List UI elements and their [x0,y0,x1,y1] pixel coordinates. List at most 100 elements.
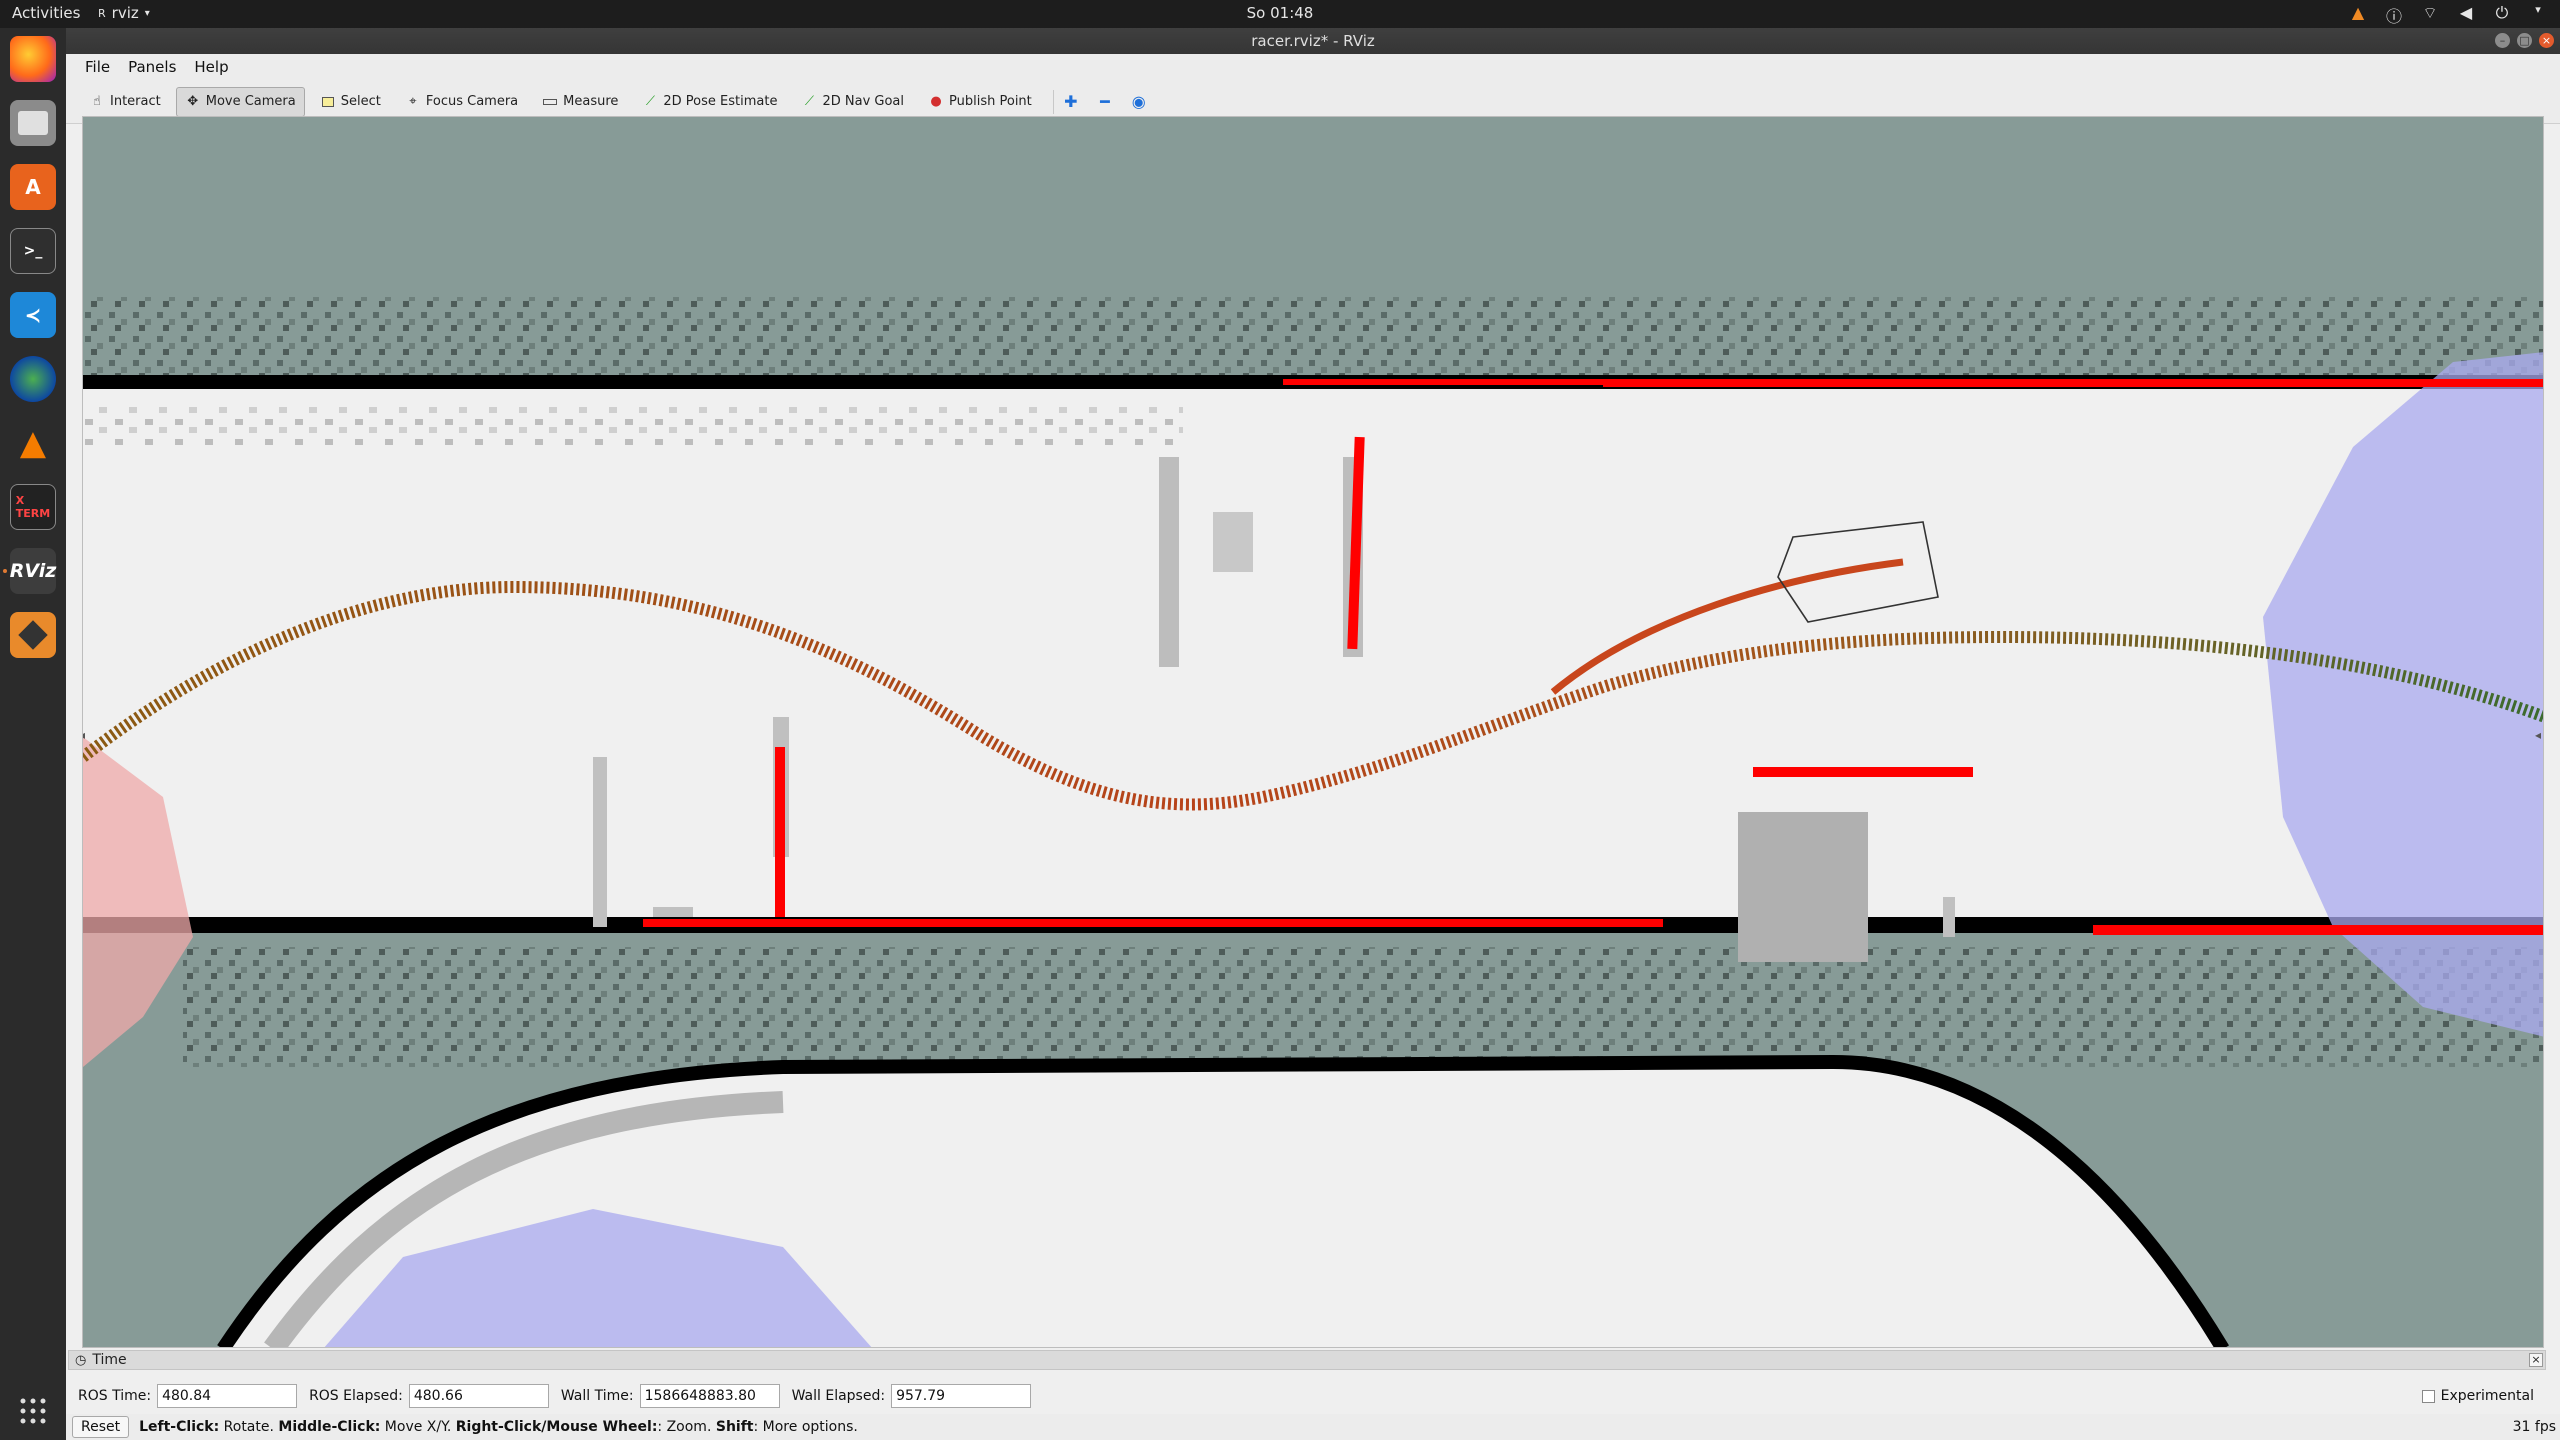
focus-camera-label: Focus Camera [425,94,519,109]
rviz-window: racer.rviz* - RViz – □ × File Panels Hel… [66,28,2560,1440]
render-viewport[interactable]: ◂ ◂ [82,116,2544,1348]
rviz-icon[interactable]: RViz [10,548,56,594]
nav-goal-tool[interactable]: ⟋ 2D Nav Goal [792,87,913,117]
status-bar: Reset Left-Click: Rotate. Middle-Click: … [66,1414,2560,1440]
pose-estimate-tool[interactable]: ⟋ 2D Pose Estimate [633,87,786,117]
hint-middle-key: Middle-Click: [278,1419,381,1435]
chevron-down-icon: ▾ [144,7,150,19]
free-space-corridor [83,382,2543,917]
fps-counter: 31 fps [2512,1419,2556,1435]
add-tool-icon[interactable]: ✚ [1060,89,1082,115]
vlc-icon[interactable]: ▲ [10,420,56,466]
layers-icon[interactable] [10,612,56,658]
close-button[interactable]: × [2539,33,2554,48]
info-tray-icon[interactable]: ⓘ [2386,3,2402,27]
hint-right-text: : Zoom. [657,1419,716,1435]
hand-icon: ☝ [93,94,101,109]
vlc-tray-icon[interactable]: ▲ [2350,3,2366,27]
ros-time-field[interactable]: 480.84 [157,1384,298,1408]
remove-tool-icon[interactable]: ━ [1094,89,1116,115]
pose-estimate-label: 2D Pose Estimate [663,94,778,109]
experimental-checkbox[interactable] [2421,1389,2435,1403]
clock-icon: ◷ [75,1352,87,1368]
menu-help[interactable]: Help [185,58,237,76]
map-pin-icon: ● [930,94,942,109]
app-menu[interactable]: R rviz ▾ [98,4,150,22]
map-render: ◂ ◂ [83,117,2543,1347]
app-menu-label: rviz [111,4,139,22]
mouse-hint: Left-Click: Rotate. Middle-Click: Move X… [139,1419,858,1435]
hint-shift-key: Shift [715,1419,754,1435]
menubar: File Panels Help [66,54,2560,80]
green-arrow-icon: ⟋ [645,94,655,109]
files-icon[interactable] [10,100,56,146]
move-camera-tool[interactable]: ✥ Move Camera [175,86,305,117]
hint-left-key: Left-Click: [139,1419,220,1435]
measure-label: Measure [563,94,619,109]
obstacle-grey [1159,457,1179,667]
noise-band-bottom [183,947,2543,1067]
ros-elapsed-label: ROS Elapsed: [309,1388,403,1404]
tool-properties-icon[interactable]: ◉ [1128,89,1150,115]
obstacle-grey [1943,897,1955,937]
hint-middle-text: Move X/Y. [380,1419,456,1435]
volume-icon[interactable]: ◀ [2458,3,2474,27]
terminal-icon[interactable]: >_ [10,228,56,274]
show-applications-icon[interactable] [10,1388,56,1434]
svg-text:◂: ◂ [2535,728,2541,742]
power-icon[interactable]: ⏻ [2494,3,2510,27]
interact-tool[interactable]: ☝ Interact [80,87,170,117]
clock[interactable]: So 01:48 [1247,4,1314,22]
publish-point-tool[interactable]: ● Publish Point [919,87,1041,117]
experimental-label: Experimental [2440,1388,2534,1404]
noise-band-top [83,297,2543,382]
select-icon [320,94,336,110]
reset-button[interactable]: Reset [72,1416,130,1438]
wall-time-field[interactable]: 1586648883.80 [639,1384,780,1408]
system-tray[interactable]: ▲ ⓘ ⌔ ◀ ⏻ ▾ [2350,3,2546,27]
top-bar: Activities R rviz ▾ So 01:48 ▲ ⓘ ⌔ ◀ ⏻ ▾ [0,0,2560,28]
software-icon[interactable]: A [10,164,56,210]
wall-elapsed-field[interactable]: 957.79 [891,1384,1032,1408]
obstacle-grey [1213,512,1253,572]
time-panel-title: Time [92,1352,127,1368]
ros-elapsed-field[interactable]: 480.66 [408,1384,549,1408]
menu-panels[interactable]: Panels [119,58,185,76]
focus-camera-tool[interactable]: ⌖ Focus Camera [396,87,527,117]
firefox-icon[interactable] [10,36,56,82]
activities-button[interactable]: Activities [12,4,80,22]
measure-tool[interactable]: Measure [533,87,627,117]
wall-elapsed-label: Wall Elapsed: [791,1388,886,1404]
time-fields: ROS Time: 480.84 ROS Elapsed: 480.66 Wal… [78,1384,1043,1408]
hint-left-text: Rotate. [219,1419,279,1435]
hint-shift-text: : More options. [753,1419,858,1435]
experimental-toggle[interactable]: Experimental [2421,1388,2534,1404]
chevron-down-icon[interactable]: ▾ [2530,3,2546,27]
obstacle-grey [593,757,607,927]
minimize-button[interactable]: – [2495,33,2510,48]
hint-right-key: Right-Click/Mouse Wheel: [455,1419,658,1435]
wifi-icon[interactable]: ⌔ [2422,3,2438,27]
grey-noise-strip [83,407,1183,447]
svg-text:◂: ◂ [83,728,85,742]
move-icon: ✥ [187,94,199,109]
rviz-small-icon: R [98,6,106,20]
crosshair-icon: ⌖ [409,94,417,109]
browser-icon[interactable] [10,356,56,402]
obstacle-grey [653,907,693,917]
move-camera-label: Move Camera [205,94,296,109]
active-indicator [3,569,7,573]
menu-file[interactable]: File [76,58,119,76]
wall-time-label: Wall Time: [560,1388,634,1404]
time-panel-header: ◷ Time × [68,1350,2546,1370]
window-titlebar[interactable]: racer.rviz* - RViz – □ × [66,28,2560,54]
nav-goal-label: 2D Nav Goal [822,94,905,109]
dock: A >_ ≺ ▲ X TERM RViz [0,28,66,1440]
vscode-icon[interactable]: ≺ [10,292,56,338]
ros-time-label: ROS Time: [78,1388,152,1404]
close-icon[interactable]: × [2529,1353,2543,1367]
toolbar-separator [1052,89,1054,114]
xterm-icon[interactable]: X TERM [10,484,56,530]
maximize-button[interactable]: □ [2517,33,2532,48]
select-tool[interactable]: Select [311,87,390,117]
